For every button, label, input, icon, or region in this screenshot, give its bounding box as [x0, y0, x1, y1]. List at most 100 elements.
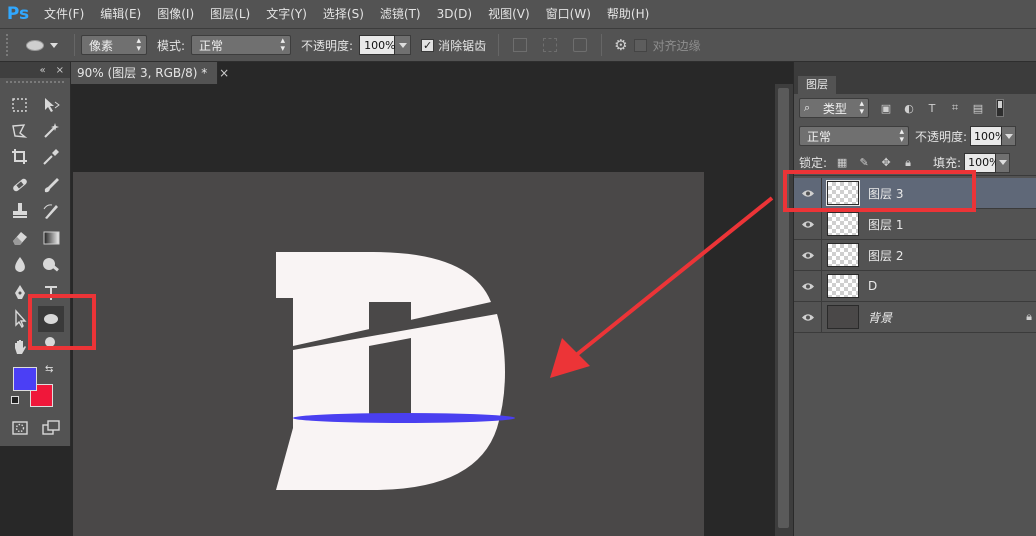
- crop-tool[interactable]: [7, 144, 33, 170]
- blue-ellipse-shape: [293, 413, 515, 423]
- layer-row-background[interactable]: 背景 🔒︎: [794, 301, 1036, 333]
- fill-dropdown[interactable]: [996, 152, 1011, 173]
- filter-toggle-switch[interactable]: [996, 99, 1004, 117]
- lock-position-icon[interactable]: ✥: [879, 156, 893, 170]
- menu-edit[interactable]: 编辑(E): [92, 0, 149, 28]
- pen-icon: [15, 285, 25, 299]
- menu-file[interactable]: 文件(F): [36, 0, 92, 28]
- eraser-tool[interactable]: [7, 225, 33, 251]
- lock-all-icon[interactable]: 🔒︎: [901, 156, 915, 170]
- swap-colors-icon[interactable]: ⇆: [45, 364, 53, 375]
- default-colors-icon[interactable]: [11, 396, 19, 404]
- healing-icon: [13, 178, 27, 192]
- search-icon: ⌕: [804, 101, 811, 114]
- layer-opacity-input[interactable]: 100%: [970, 126, 1006, 146]
- menu-3d[interactable]: 3D(D): [429, 0, 480, 28]
- layer-row-layer-1[interactable]: 图层 1: [794, 208, 1036, 240]
- opacity-input[interactable]: 100%: [359, 35, 396, 55]
- menu-type[interactable]: 文字(Y): [258, 0, 315, 28]
- menu-help[interactable]: 帮助(H): [599, 0, 657, 28]
- lock-label: 锁定:: [799, 156, 828, 170]
- layer-row-d[interactable]: D: [794, 270, 1036, 302]
- marquee-tool[interactable]: [7, 92, 33, 118]
- updown-arrows-icon: ▴ ▾: [280, 36, 286, 54]
- opacity-label: 不透明度:: [301, 38, 354, 53]
- divider: [498, 34, 500, 56]
- opacity-dropdown-button[interactable]: [395, 35, 412, 55]
- close-icon[interactable]: ×: [219, 66, 229, 80]
- chevron-down-icon: [1004, 133, 1013, 139]
- lock-transparency-icon[interactable]: ▦: [835, 156, 849, 170]
- dodge-tool[interactable]: [38, 252, 64, 278]
- eyedropper-icon: [43, 149, 59, 165]
- antialias-checkbox[interactable]: ✓: [421, 38, 435, 52]
- screen-mode-icon: [42, 420, 60, 435]
- menu-filter[interactable]: 滤镜(T): [372, 0, 429, 28]
- move-tool[interactable]: [38, 92, 64, 118]
- layer-blend-mode-value: 正常: [807, 129, 832, 144]
- crop-icon: [12, 149, 27, 164]
- lock-image-icon[interactable]: ✎: [857, 156, 871, 170]
- eraser-icon: [13, 232, 27, 245]
- layers-panel: 图层 ⌕ 类型 ▴ ▾ ▣ ◐ T ⌗ ▤ 正常 ▴ ▾ 不透明度: 100% 锁定…: [793, 62, 1036, 536]
- blend-mode-select[interactable]: 正常 ▴ ▾: [191, 35, 292, 55]
- tool-preset-picker[interactable]: [16, 33, 68, 57]
- eye-icon: [801, 313, 814, 321]
- path-operations-icon[interactable]: [513, 38, 528, 52]
- foreground-color-swatch[interactable]: [13, 367, 37, 391]
- shape-filter-icon[interactable]: ⌗: [949, 101, 961, 114]
- menu-view[interactable]: 视图(V): [480, 0, 538, 28]
- gradient-tool[interactable]: [38, 225, 64, 251]
- stamp-tool[interactable]: [7, 198, 33, 224]
- layer-thumbnail: [827, 243, 859, 267]
- collapse-icon[interactable]: «: [39, 65, 45, 76]
- tools-panel-header: « ×: [0, 62, 70, 78]
- adjustment-filter-icon[interactable]: ◐: [903, 102, 915, 115]
- layer-blend-mode-select[interactable]: 正常 ▴ ▾: [799, 126, 909, 146]
- options-bar: 像素 ▴ ▾ 模式: 正常 ▴ ▾ 不透明度: 100% ✓ 消除锯齿 ⚙ 对齐边缘: [0, 28, 1036, 62]
- tool-mode-select[interactable]: 像素 ▴ ▾: [81, 35, 147, 55]
- layer-thumbnail: [827, 212, 859, 236]
- magic-wand-tool[interactable]: [38, 118, 64, 144]
- layer-kind-value: 类型: [822, 101, 847, 116]
- layer-row-layer-2[interactable]: 图层 2: [794, 239, 1036, 271]
- path-arrangement-icon[interactable]: [573, 38, 588, 52]
- options-grip[interactable]: [6, 34, 12, 56]
- brush-tool[interactable]: [38, 172, 64, 198]
- screen-mode-tool[interactable]: [38, 415, 64, 441]
- type-filter-icon[interactable]: T: [926, 102, 938, 115]
- smart-object-filter-icon[interactable]: ▤: [972, 102, 984, 115]
- close-icon[interactable]: ×: [56, 65, 64, 76]
- visibility-toggle[interactable]: [794, 239, 822, 271]
- layer-name: 图层 1: [868, 217, 904, 232]
- lock-icon: 🔒︎: [1026, 310, 1032, 323]
- blur-tool[interactable]: [7, 252, 33, 278]
- path-alignment-icon[interactable]: [543, 38, 558, 52]
- gear-icon[interactable]: ⚙: [614, 36, 627, 54]
- visibility-toggle[interactable]: [794, 301, 822, 333]
- menu-window[interactable]: 窗口(W): [538, 0, 599, 28]
- menu-layer[interactable]: 图层(L): [202, 0, 258, 28]
- document-tab[interactable]: 90% (图层 3, RGB/8) * ×: [71, 62, 229, 84]
- visibility-toggle[interactable]: [794, 270, 822, 302]
- eye-icon: [801, 282, 814, 290]
- menu-image[interactable]: 图像(I): [149, 0, 202, 28]
- tools-grip[interactable]: [6, 81, 64, 89]
- app-logo: Ps: [6, 4, 30, 24]
- menu-select[interactable]: 选择(S): [315, 0, 372, 28]
- gradient-icon: [43, 231, 60, 245]
- layer-kind-filter[interactable]: ⌕ 类型 ▴ ▾: [799, 98, 869, 118]
- align-edges-checkbox[interactable]: [633, 38, 647, 52]
- tab-layers[interactable]: 图层: [798, 76, 836, 94]
- pixel-filter-icon[interactable]: ▣: [880, 102, 892, 115]
- healing-tool[interactable]: [7, 172, 33, 198]
- history-brush-tool[interactable]: [38, 198, 64, 224]
- visibility-toggle[interactable]: [794, 208, 822, 240]
- panel-dock-top: [794, 62, 1036, 74]
- layer-opacity-dropdown[interactable]: [1002, 126, 1017, 146]
- magic-wand-icon: [44, 123, 59, 138]
- quick-mask-tool[interactable]: [7, 415, 33, 441]
- lasso-tool[interactable]: [7, 118, 33, 144]
- eyedropper-tool[interactable]: [38, 144, 64, 170]
- hand-icon: [15, 340, 26, 354]
